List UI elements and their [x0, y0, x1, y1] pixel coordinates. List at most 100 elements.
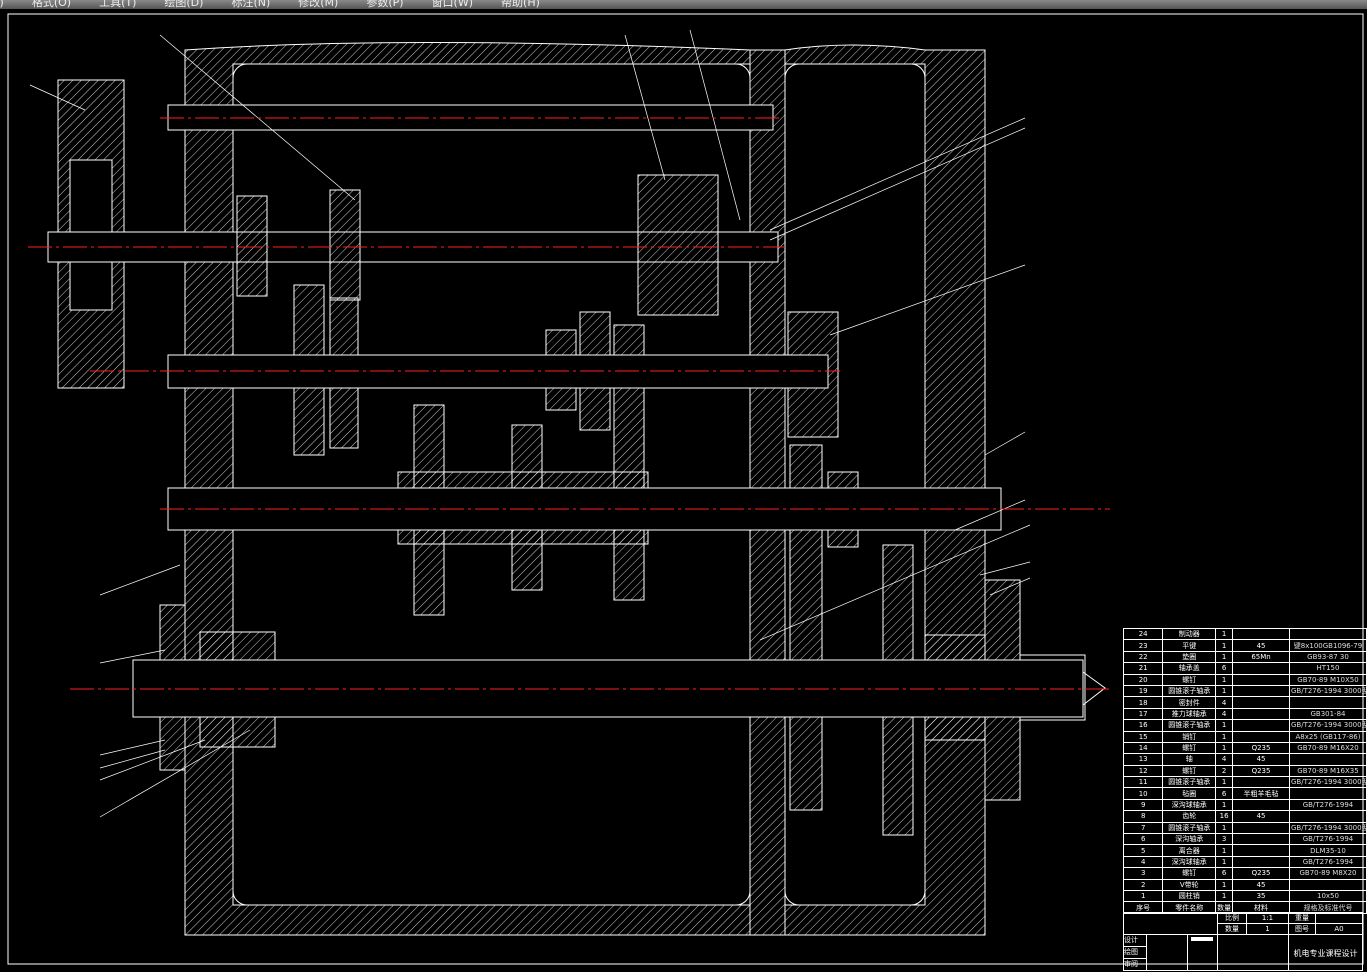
cell-name: V带轮	[1162, 878, 1217, 892]
cell-name: 深沟球轴承	[1162, 855, 1217, 869]
cell-no: 14	[1122, 741, 1164, 755]
cell-no: 7	[1122, 821, 1164, 835]
drawing-title: 机电专业课程设计	[1288, 934, 1363, 971]
cell-spec	[1288, 696, 1367, 709]
cell-material: Q235	[1232, 867, 1290, 880]
cell-qty: 1	[1215, 878, 1234, 892]
cell-no: 16	[1122, 719, 1164, 732]
menu-item[interactable]: 插入(I)	[0, 0, 4, 9]
cell-qty: 6	[1215, 662, 1234, 675]
cell-spec: GB70-89 M8X20	[1288, 867, 1367, 880]
table-row: 19 圆锥滚子轴承 1 GB/T276-1994 3000型	[1122, 684, 1367, 698]
cell-name: 制动器	[1162, 627, 1217, 641]
table-row: 3 螺钉 6 Q235 GB70-89 M8X20	[1122, 867, 1367, 880]
table-row: 5 离合器 1 DLM35-10	[1122, 844, 1367, 857]
cell-no: 15	[1122, 730, 1164, 743]
cell-spec: GB70-89 M16X35	[1288, 764, 1367, 778]
cell-material: 45	[1232, 639, 1290, 652]
cell-no: 17	[1122, 707, 1164, 721]
menu-item[interactable]: 绘图(D)	[164, 0, 203, 9]
cell-name: 圆锥滚子轴承	[1162, 821, 1217, 835]
cell-no: 1	[1122, 889, 1164, 903]
cell-name: 轴	[1162, 753, 1217, 766]
cell-name: 毡圈	[1162, 787, 1217, 800]
menu-item[interactable]: 参数(P)	[366, 0, 403, 9]
cell-qty: 1	[1215, 684, 1234, 698]
cell-name: 深沟轴承	[1162, 833, 1217, 846]
cell-no: 19	[1122, 684, 1164, 698]
cell-spec: GB/T276-1994 3000型	[1288, 776, 1367, 789]
cell-no: 4	[1122, 855, 1164, 869]
table-row: 1 圆柱销 1 35 10x50	[1122, 889, 1367, 903]
cell-name: 轴承盖	[1162, 662, 1217, 675]
table-row: 8 齿轮 16 45	[1122, 810, 1367, 823]
table-row: 2 V带轮 1 45	[1122, 878, 1367, 892]
cell-material	[1232, 821, 1290, 835]
table-row: 20 螺钉 1 GB70-89 M10X50	[1122, 673, 1367, 686]
cell-spec: GB301-84	[1288, 707, 1367, 721]
menu-item[interactable]: 标注(N)	[231, 0, 270, 9]
cell-no: 5	[1122, 844, 1164, 857]
table-row: 17 推力球轴承 4 GB301-84	[1122, 707, 1367, 721]
cell-qty: 1	[1215, 776, 1234, 789]
cell-no: 23	[1122, 639, 1164, 652]
cell-material	[1232, 730, 1290, 743]
table-row: 22 垫圈 1 65Mn GB93-87 30	[1122, 650, 1367, 664]
cell-material	[1232, 833, 1290, 846]
cell-name: 圆锥滚子轴承	[1162, 684, 1217, 698]
cell-spec: HT150	[1288, 662, 1367, 675]
cell-name: 螺钉	[1162, 741, 1217, 755]
cell-name: 螺钉	[1162, 867, 1217, 880]
cell-no: 22	[1122, 650, 1164, 664]
cell-no: 8	[1122, 810, 1164, 823]
cell-spec: 键8x100GB1096-79	[1288, 639, 1367, 652]
table-row: 11 圆锥滚子轴承 1 GB/T276-1994 3000型	[1122, 776, 1367, 789]
table-row: 10 毡圈 6 半粗羊毛毡	[1122, 787, 1367, 800]
table-row: 21 轴承盖 6 HT150	[1122, 662, 1367, 675]
cell-spec	[1288, 627, 1367, 641]
cell-no: 12	[1122, 764, 1164, 778]
cell-material	[1232, 673, 1290, 686]
cell-no: 2	[1122, 878, 1164, 892]
cell-name: 圆锥滚子轴承	[1162, 719, 1217, 732]
cell-no: 18	[1122, 696, 1164, 709]
cell-material: 半粗羊毛毡	[1232, 787, 1290, 800]
table-row: 9 深沟球轴承 1 GB/T276-1994	[1122, 798, 1367, 812]
cell-spec: GB/T276-1994	[1288, 855, 1367, 869]
cell-spec: GB/T276-1994 3000型	[1288, 719, 1367, 732]
menu-item[interactable]: 窗口(W)	[432, 0, 473, 9]
menu-item[interactable]: 修改(M)	[298, 0, 338, 9]
menu-item[interactable]: 帮助(H)	[501, 0, 540, 9]
cell-material: 45	[1232, 810, 1290, 823]
cell-qty: 1	[1215, 627, 1234, 641]
cell-no: 10	[1122, 787, 1164, 800]
cell-spec: DLM35-10	[1288, 844, 1367, 857]
cell-spec: GB/T276-1994	[1288, 833, 1367, 846]
cell-material: Q235	[1232, 764, 1290, 778]
cell-material	[1232, 855, 1290, 869]
table-row: 12 螺钉 2 Q235 GB70-89 M16X35	[1122, 764, 1367, 778]
cell-qty: 1	[1215, 821, 1234, 835]
table-row: 14 螺钉 1 Q235 GB70-89 M16X20	[1122, 741, 1367, 755]
menu-item[interactable]: 格式(O)	[32, 0, 71, 9]
table-row: 13 轴 4 45	[1122, 753, 1367, 766]
cell-qty: 2	[1215, 764, 1234, 778]
cell-material	[1232, 627, 1290, 641]
cell-name: 深沟球轴承	[1162, 798, 1217, 812]
cell-qty: 6	[1215, 867, 1234, 880]
cell-spec: A8x25 (GB117-86)	[1288, 730, 1367, 743]
cell-qty: 3	[1215, 833, 1234, 846]
cell-qty: 1	[1215, 673, 1234, 686]
cell-material	[1232, 776, 1290, 789]
cell-material	[1232, 844, 1290, 857]
cell-qty: 1	[1215, 650, 1234, 664]
cell-no: 6	[1122, 833, 1164, 846]
cell-no: 24	[1122, 627, 1164, 641]
cell-spec: 10x50	[1288, 889, 1367, 903]
parts-list-table: 24 制动器 1 23 平键 1 45 键8x100GB1096-79 22 垫圈 1 65Mn GB9…	[1122, 627, 1367, 914]
menu-item[interactable]: 工具(T)	[99, 0, 136, 9]
cell-material: 35	[1232, 889, 1290, 903]
cell-qty: 1	[1215, 798, 1234, 812]
table-row: 23 平键 1 45 键8x100GB1096-79	[1122, 639, 1367, 652]
cell-spec: GB93-87 30	[1288, 650, 1367, 664]
